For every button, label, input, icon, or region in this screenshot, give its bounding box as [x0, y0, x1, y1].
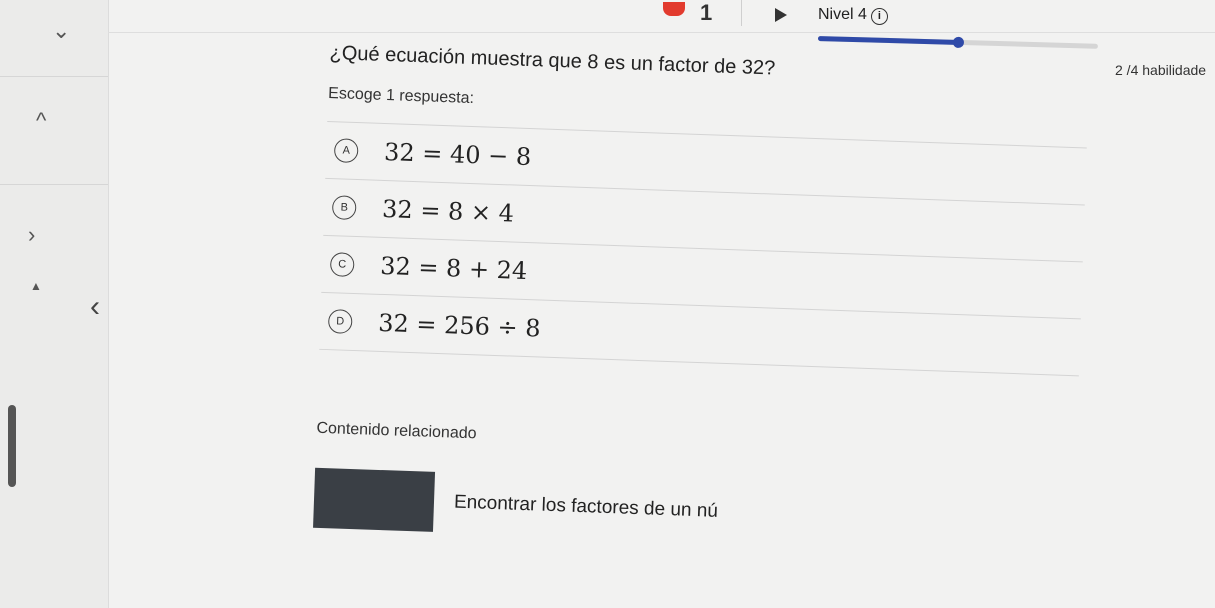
choice-text: 32 = 8 × 4 — [381, 194, 515, 228]
skills-counter: 2 /4 habilidade — [1115, 62, 1207, 78]
related-content-heading: Contenido relacionado — [316, 419, 477, 443]
choice-letter: D — [327, 309, 353, 334]
header-separator — [741, 0, 742, 26]
answer-choices: A 32 = 40 − 8 B 32 = 8 × 4 C 32 = 8 + 24… — [319, 120, 1087, 377]
choice-text: 32 = 256 ÷ 8 — [377, 308, 541, 343]
triangle-up-icon[interactable]: ▲ — [30, 280, 42, 292]
info-icon[interactable]: i — [870, 8, 888, 25]
question-text: ¿Qué ecuación muestra que 8 es un factor… — [329, 42, 776, 80]
level-progress-knob — [952, 36, 965, 49]
level-label: Nivel 4 — [818, 6, 867, 23]
level-progress-fill — [817, 36, 959, 45]
choice-letter: C — [329, 252, 355, 277]
chevron-right-icon[interactable]: › — [28, 224, 35, 246]
chevron-left-icon[interactable]: ‹ — [90, 292, 100, 322]
related-item-title[interactable]: Encontrar los factores de un nú — [454, 492, 719, 523]
choice-text: 32 = 8 + 24 — [379, 251, 528, 286]
recording-count: 1 — [700, 0, 713, 25]
sidebar-row-top[interactable]: ⌄ — [0, 0, 108, 77]
instruction-text: Escoge 1 respuesta: — [327, 84, 475, 108]
chevron-down-icon[interactable]: ⌄ — [52, 20, 70, 42]
choice-letter: A — [333, 138, 359, 164]
level-indicator[interactable]: Nivel 4i — [818, 6, 888, 25]
choice-text: 32 = 40 − 8 — [383, 137, 532, 172]
header-divider — [108, 32, 1215, 33]
chevron-up-icon[interactable]: ^ — [36, 110, 46, 132]
play-icon[interactable] — [775, 8, 787, 22]
related-thumbnail[interactable] — [313, 467, 436, 532]
related-content-item[interactable]: Encontrar los factores de un nú — [313, 467, 1075, 554]
level-progress-bar — [817, 36, 1098, 49]
sidebar-row-collapse[interactable]: ^ — [0, 96, 108, 185]
record-icon — [663, 2, 685, 16]
choice-letter: B — [331, 195, 357, 221]
exercise-panel: ¿Qué ecuación muestra que 8 es un factor… — [313, 42, 1089, 554]
sidebar-scrollbar[interactable] — [8, 405, 16, 487]
